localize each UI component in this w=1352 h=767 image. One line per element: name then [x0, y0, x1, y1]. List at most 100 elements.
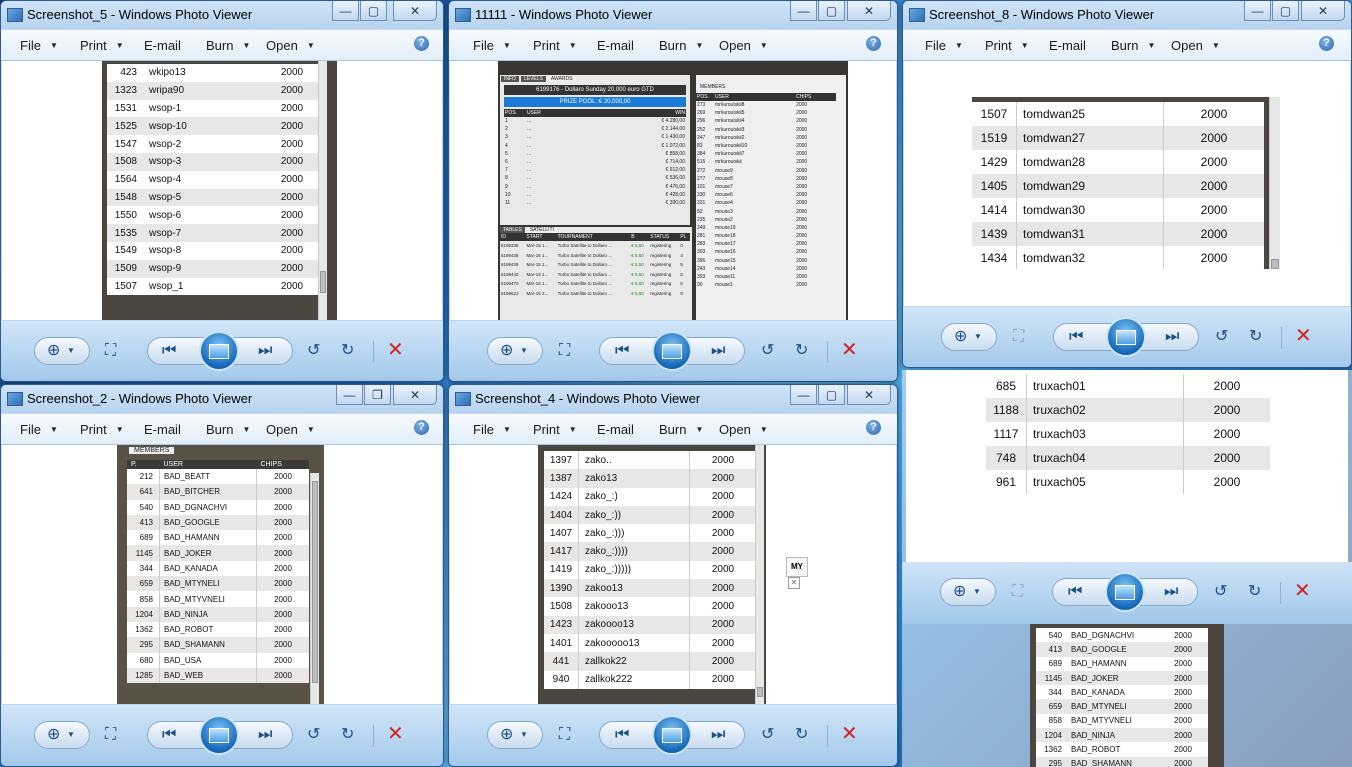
table-row[interactable]: 1531 wsop-1 2000	[107, 100, 327, 118]
table-row[interactable]: 331 mouse4 2000	[696, 199, 836, 207]
title-bar[interactable]: 11111 - Windows Photo Viewer — ▢ ✕	[449, 1, 897, 29]
previous-icon[interactable]: ⏮	[1068, 582, 1082, 602]
table-row[interactable]: 281 mouse18 2000	[696, 232, 836, 240]
menu-open[interactable]: Open ▼	[266, 422, 315, 437]
delete-icon[interactable]: ✕	[1294, 581, 1311, 601]
slideshow-button[interactable]	[199, 715, 239, 755]
table-row[interactable]: 296 mrkurouiskii4 2000	[696, 117, 836, 125]
menu-email[interactable]: E-mail	[597, 38, 634, 53]
fit-icon[interactable]: ⛶	[105, 725, 116, 745]
zoom-button[interactable]: ⊕ ▼	[940, 578, 996, 606]
rotate-ccw-icon[interactable]: ↺	[1214, 582, 1227, 602]
rotate-ccw-icon[interactable]: ↺	[761, 725, 774, 745]
title-bar[interactable]: Screenshot_8 - Windows Photo Viewer — ▢ …	[903, 1, 1351, 29]
table-row[interactable]: 858 BAD_MTYVNELI 2000	[1036, 714, 1208, 728]
table-row[interactable]: 1390 zakoo13 2000	[544, 579, 756, 598]
table-row[interactable]: 3... € 1.430,00	[504, 133, 686, 141]
delete-icon[interactable]: ✕	[387, 340, 404, 360]
table-row[interactable]: 413 BAD_GOOGLE 2000	[1036, 642, 1208, 657]
menu-open[interactable]: Open ▼	[1171, 38, 1220, 53]
table-row[interactable]: 90 mouse1 2000	[696, 281, 836, 289]
table-row[interactable]: 396 mouse15 2000	[696, 257, 836, 265]
close-button[interactable]: ✕	[393, 1, 437, 21]
tab-awards[interactable]: AWARDS	[547, 76, 576, 82]
minimize-button[interactable]: —	[790, 385, 817, 405]
tab-satelliti[interactable]: SATELLITI	[526, 227, 557, 233]
table-row[interactable]: 1439 tomdwan31 2000	[972, 222, 1264, 246]
next-icon[interactable]: ⏭	[258, 341, 272, 361]
table-row[interactable]: 83 mrkurouiskii10 2000	[696, 142, 836, 150]
zoom-button[interactable]: ⊕ ▼	[487, 721, 543, 749]
menu-file[interactable]: File ▼	[20, 422, 58, 437]
table-row[interactable]: 303 mouse16 2000	[696, 248, 836, 256]
slideshow-button[interactable]	[652, 331, 692, 371]
minimize-button[interactable]: —	[790, 1, 817, 21]
table-row[interactable]: 641 BAD_BITCHER 2000	[127, 484, 309, 500]
table-row[interactable]: 689 BAD_HAMANN 2000	[127, 530, 309, 546]
table-row[interactable]: 272 mouse9 2000	[696, 167, 836, 175]
maximize-button[interactable]: ▢	[360, 1, 387, 21]
table-row[interactable]: 961 truxach05 2000	[986, 470, 1270, 494]
table-row[interactable]: 940 zallkok222 2000	[544, 670, 756, 689]
rotate-cw-icon[interactable]: ↻	[341, 725, 354, 745]
table-row[interactable]: 247 mrkurouiskii2 2000	[696, 134, 836, 142]
tab-levels[interactable]: LEVELS	[520, 76, 546, 82]
table-row[interactable]: 249 mouse19 2000	[696, 224, 836, 232]
table-row[interactable]: 685 truxach01 2000	[986, 374, 1270, 398]
previous-icon[interactable]: ⏮	[615, 341, 629, 361]
menu-print[interactable]: Print ▼	[80, 422, 124, 437]
table-row[interactable]: 1434 tomdwan32 2000	[972, 246, 1264, 269]
scrollbar-thumb[interactable]	[757, 687, 763, 697]
table-row[interactable]: 1419 zako_:))))) 2000	[544, 560, 756, 580]
table-row[interactable]: 1145 BAD_JOKER 2000	[127, 545, 309, 561]
table-row[interactable]: 344 BAD_KANADA 2000	[1036, 685, 1208, 699]
menu-print[interactable]: Print ▼	[533, 38, 577, 53]
table-row[interactable]: 659 BAD_MTYNELI 2000	[1036, 699, 1208, 714]
minimize-button[interactable]: —	[336, 385, 363, 405]
table-row[interactable]: 6199470 Mar-15 1... Turbo Satellite to Dol…	[500, 279, 690, 289]
close-button[interactable]: ✕	[393, 385, 437, 405]
table-row[interactable]: 384 mrkurouiskii7 2000	[696, 150, 836, 158]
table-row[interactable]: 6199438 Mar-15 1... Turbo Satellite to Dol…	[500, 251, 690, 261]
slideshow-button[interactable]	[1105, 572, 1145, 612]
help-icon[interactable]: ?	[866, 36, 881, 51]
previous-icon[interactable]: ⏮	[615, 725, 629, 745]
table-row[interactable]: 1417 zako_:)))) 2000	[544, 542, 756, 561]
table-row[interactable]: 273 mrkurouiskii8 2000	[696, 101, 836, 109]
maximize-button[interactable]: ▢	[1272, 1, 1299, 21]
col-user[interactable]: USER	[160, 460, 257, 469]
previous-icon[interactable]: ⏮	[1069, 327, 1083, 347]
table-row[interactable]: 540 BAD_DGNACHVI 2000	[127, 499, 309, 515]
table-row[interactable]: 212 BAD_BEATT 2000	[127, 469, 309, 485]
next-icon[interactable]: ⏭	[258, 725, 272, 745]
help-icon[interactable]: ?	[1319, 36, 1334, 51]
fit-icon[interactable]: ⛶	[559, 725, 570, 745]
table-row[interactable]: 1404 zako_:)) 2000	[544, 505, 756, 525]
next-icon[interactable]: ⏭	[1164, 582, 1178, 602]
table-row[interactable]: 295 BAD_SHAMANN 2000	[127, 637, 309, 653]
scrollbar[interactable]	[318, 61, 327, 320]
delete-icon[interactable]: ✕	[387, 724, 404, 744]
table-row[interactable]: 5... € 858,00	[504, 150, 686, 158]
menu-file[interactable]: File ▼	[473, 422, 511, 437]
table-row[interactable]: 7... € 612,00	[504, 166, 686, 174]
table-row[interactable]: 1362 BAD_ROBOT 2000	[1036, 742, 1208, 756]
table-row[interactable]: 344 BAD_KANADA 2000	[127, 560, 309, 577]
table-row[interactable]: 1397 zako.. 2000	[544, 451, 756, 470]
zoom-button[interactable]: ⊕ ▼	[487, 337, 543, 365]
tab-members[interactable]: MEMBERS	[129, 447, 175, 454]
table-row[interactable]: 423 wkipo13 2000	[107, 64, 327, 82]
table-row[interactable]: 1424 zako_:) 2000	[544, 487, 756, 506]
menu-burn[interactable]: Burn ▼	[206, 38, 250, 53]
table-row[interactable]: 6... € 714,00	[504, 158, 686, 166]
table-row[interactable]: 330 mouse6 2000	[696, 191, 836, 199]
table-row[interactable]: 1... € 4.280,00	[504, 117, 686, 125]
slideshow-button[interactable]	[199, 331, 239, 371]
table-row[interactable]: 8... € 536,00	[504, 174, 686, 182]
table-row[interactable]: 689 BAD_HAMANN 2000	[1036, 657, 1208, 671]
restore-button[interactable]: ❐	[364, 385, 391, 405]
tab-info[interactable]: INFO	[501, 76, 519, 82]
table-row[interactable]: 441 zallkok22 2000	[544, 652, 756, 671]
table-row[interactable]: 1204 BAD_NINJA 2000	[127, 606, 309, 622]
zoom-button[interactable]: ⊕ ▼	[34, 337, 90, 365]
